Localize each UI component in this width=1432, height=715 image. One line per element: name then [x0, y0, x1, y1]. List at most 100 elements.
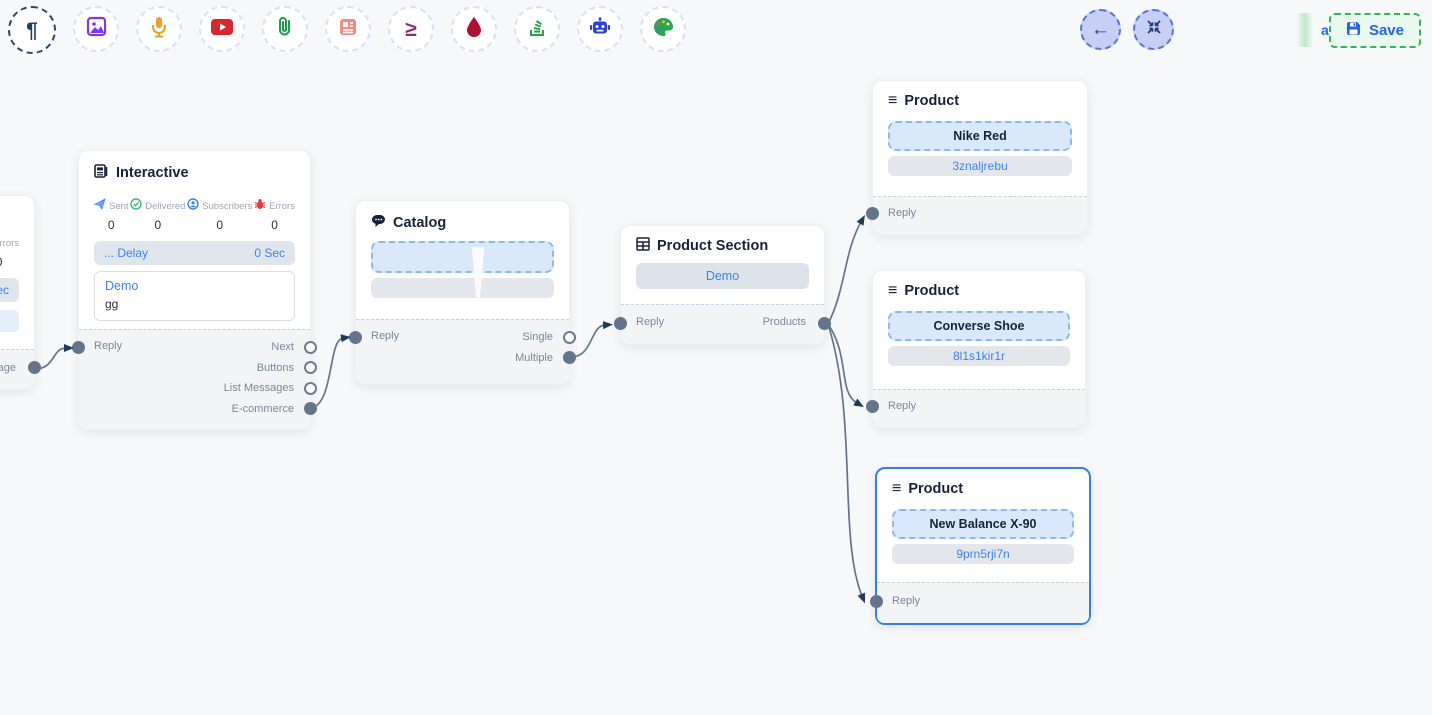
node-title-label: Product Section — [657, 238, 768, 254]
tool-drip-button[interactable] — [451, 6, 497, 52]
product-ref: 8l1s1kir1r — [888, 346, 1070, 366]
microphone-icon — [149, 16, 169, 43]
menu-icon: ≡ — [892, 481, 901, 497]
edge-multiple-to-productsection — [571, 325, 605, 357]
node-title-label: Product — [904, 93, 959, 109]
product-name[interactable]: Converse Shoe — [888, 311, 1070, 341]
compress-icon — [1146, 19, 1162, 41]
reply-input-handle[interactable] — [72, 341, 85, 354]
product-ref: 3znaljrebu — [888, 156, 1072, 176]
floppy-disk-icon — [1346, 21, 1361, 40]
product-node-1[interactable]: ≡ Product Nike Red 3znaljrebu Reply — [872, 80, 1088, 235]
paperclip-icon — [275, 16, 295, 43]
node-title-label: Product — [904, 283, 959, 299]
save-button[interactable]: Save — [1329, 13, 1421, 48]
product-node-3[interactable]: ≡ Product New Balance X-90 9prn5rji7n Re… — [875, 467, 1091, 625]
reply-input-label: Reply — [371, 330, 399, 342]
element-toolbar: ¶ ≥ — [8, 6, 686, 54]
product-ref: 9prn5rji7n — [892, 544, 1074, 564]
quick-reply-pill[interactable] — [0, 310, 19, 332]
message-preview[interactable]: Demo gg — [94, 271, 295, 321]
catalog-node[interactable]: Catalog Reply Single Multiple — [355, 200, 570, 385]
catalog-dropzone[interactable] — [371, 241, 554, 273]
reply-input-handle[interactable] — [866, 400, 879, 413]
output-buttons-handle[interactable] — [304, 361, 317, 374]
section-body[interactable]: Demo — [636, 263, 809, 289]
node-title-label: Catalog — [393, 215, 446, 231]
tool-sequence-button[interactable]: ≥ — [388, 6, 434, 52]
fit-view-button[interactable] — [1133, 9, 1174, 50]
output-listmessages-label: List Messages — [224, 381, 294, 395]
stack-icon — [527, 17, 547, 42]
output-multiple-handle[interactable] — [563, 351, 576, 364]
edge-products-to-product3 — [828, 324, 862, 596]
menu-icon: ≡ — [888, 93, 897, 109]
reply-input-label: Reply — [892, 595, 920, 607]
node-title-label: Product — [908, 481, 963, 497]
tool-video-button[interactable] — [199, 6, 245, 52]
output-listmessages-handle[interactable] — [304, 382, 317, 395]
product-section-node[interactable]: Product Section Demo Reply Products — [620, 225, 825, 345]
back-button[interactable]: ← — [1080, 9, 1121, 50]
edge-products-to-product2 — [828, 324, 857, 403]
pilcrow-icon: ¶ — [26, 20, 38, 41]
products-output-label: Products — [763, 316, 806, 328]
tool-bot-button[interactable] — [577, 6, 623, 52]
products-output-handle[interactable] — [818, 317, 831, 330]
tool-file-button[interactable] — [262, 6, 308, 52]
message-output-label: Message — [0, 362, 16, 374]
reply-input-label: Reply — [888, 207, 916, 219]
droplet-icon — [466, 16, 482, 42]
reply-input-handle[interactable] — [614, 317, 627, 330]
bug-icon — [254, 197, 266, 215]
node-stats: Sent 0 Delivered 0 Subscribers 0 — [94, 197, 295, 232]
interactive-icon — [94, 164, 109, 182]
tool-template-button[interactable] — [325, 6, 371, 52]
reply-input-label: Reply — [636, 316, 664, 328]
save-label: Save — [1369, 22, 1404, 39]
reply-input-handle[interactable] — [870, 595, 883, 608]
stat-subscribers: Subscribers 0 — [187, 197, 252, 232]
tool-stack-button[interactable] — [514, 6, 560, 52]
stat-delivered: Delivered 0 — [130, 197, 185, 232]
output-single-label: Single — [522, 330, 553, 344]
stat-errors: Errors 0 — [0, 234, 19, 269]
product-name[interactable]: New Balance X-90 — [892, 509, 1074, 539]
product-name[interactable]: Nike Red — [888, 121, 1072, 151]
output-next-label: Next — [271, 340, 294, 354]
stat-sent: Sent 0 — [94, 197, 129, 232]
delay-label: ... Delay — [104, 246, 148, 260]
output-buttons-label: Buttons — [257, 361, 294, 375]
paper-plane-icon — [94, 197, 106, 215]
interactive-node[interactable]: Interactive Sent 0 Delivered 0 — [78, 150, 311, 430]
edge-products-to-product1 — [828, 222, 861, 324]
arrow-left-icon: ← — [1091, 19, 1110, 41]
node-title-label: Interactive — [116, 165, 189, 181]
image-icon — [86, 16, 107, 42]
output-ecommerce-label: E-commerce — [232, 402, 294, 416]
output-single-handle[interactable] — [563, 331, 576, 344]
output-next-handle[interactable] — [304, 341, 317, 354]
reply-input-label: Reply — [888, 400, 916, 412]
product-node-2[interactable]: ≡ Product Converse Shoe 8l1s1kir1r Reply — [872, 270, 1086, 428]
user-circle-icon — [187, 197, 199, 215]
reply-input-handle[interactable] — [349, 331, 362, 344]
message-output-handle[interactable] — [28, 361, 41, 374]
stat-errors: Errors 0 — [254, 197, 295, 232]
tool-theme-button[interactable] — [640, 6, 686, 52]
delay-row[interactable]: ... Delay 0 Sec — [94, 241, 295, 265]
tool-image-button[interactable] — [73, 6, 119, 52]
grid-icon — [636, 237, 650, 255]
check-circle-icon — [130, 197, 142, 215]
menu-icon: ≡ — [888, 283, 897, 299]
tool-audio-button[interactable] — [136, 6, 182, 52]
message-node-partial[interactable]: Errors 0 0 Sec Message — [0, 195, 35, 390]
delay-row[interactable]: 0 Sec — [0, 278, 19, 302]
reply-input-label: Reply — [94, 340, 122, 352]
palette-icon — [653, 17, 674, 42]
tool-text-button[interactable]: ¶ — [8, 6, 56, 54]
output-ecommerce-handle[interactable] — [304, 402, 317, 415]
newspaper-icon — [338, 17, 358, 42]
reply-input-handle[interactable] — [866, 207, 879, 220]
chat-bubble-icon — [371, 214, 386, 232]
